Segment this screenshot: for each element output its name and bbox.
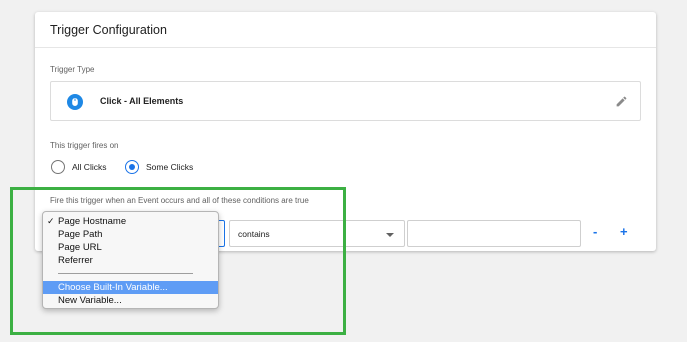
card-header: Trigger Configuration xyxy=(35,12,656,48)
radio-label: All Clicks xyxy=(72,162,107,172)
radio-button[interactable] xyxy=(51,160,65,174)
variable-dropdown-menu: ✓ Page Hostname Page Path Page URL Refer… xyxy=(42,211,219,309)
radio-label: Some Clicks xyxy=(146,162,194,172)
fires-on-label: This trigger fires on xyxy=(50,141,119,150)
condition-label: Fire this trigger when an Event occurs a… xyxy=(50,196,309,205)
pencil-icon[interactable] xyxy=(615,95,628,113)
menu-item-label: Choose Built-In Variable... xyxy=(58,282,168,293)
condition-value-input[interactable] xyxy=(407,220,581,247)
menu-item-page-path[interactable]: Page Path xyxy=(43,228,218,241)
card-title: Trigger Configuration xyxy=(50,23,167,37)
menu-item-referrer[interactable]: Referrer xyxy=(43,254,218,267)
checkmark-icon: ✓ xyxy=(47,216,55,226)
menu-item-label: Page URL xyxy=(58,242,102,253)
radio-button-checked[interactable] xyxy=(125,160,139,174)
trigger-type-name: Click - All Elements xyxy=(100,96,184,106)
radio-some-clicks[interactable]: Some Clicks xyxy=(125,160,215,176)
click-cursor-icon xyxy=(67,94,83,110)
trigger-type-selector[interactable]: Click - All Elements xyxy=(50,81,641,121)
remove-condition-button[interactable]: - xyxy=(593,224,597,240)
menu-item-choose-built-in-variable[interactable]: Choose Built-In Variable... xyxy=(43,281,218,294)
menu-item-page-url[interactable]: Page URL xyxy=(43,241,218,254)
operator-select[interactable]: contains xyxy=(229,220,405,247)
menu-separator xyxy=(58,273,193,274)
operator-value: contains xyxy=(238,229,270,239)
menu-item-label: Page Path xyxy=(58,229,103,240)
menu-item-label: New Variable... xyxy=(58,295,122,306)
menu-item-page-hostname[interactable]: ✓ Page Hostname xyxy=(43,215,218,228)
chevron-down-icon xyxy=(386,233,394,237)
menu-item-new-variable[interactable]: New Variable... xyxy=(43,294,218,307)
add-condition-button[interactable]: + xyxy=(620,224,628,240)
menu-item-label: Referrer xyxy=(58,255,93,266)
radio-all-clicks[interactable]: All Clicks xyxy=(51,160,131,176)
trigger-type-label: Trigger Type xyxy=(50,65,95,74)
menu-item-label: Page Hostname xyxy=(58,216,127,227)
